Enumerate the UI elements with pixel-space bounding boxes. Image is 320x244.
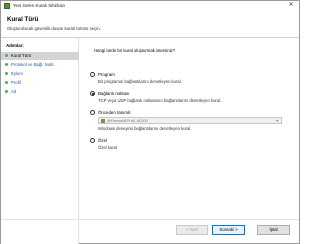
option-label: Program	[98, 72, 115, 77]
option-description: Windows deneyimi bağlantılarını denetley…	[98, 126, 192, 131]
step-bullet-icon	[5, 62, 8, 66]
steps-title: Adımlar:	[6, 43, 24, 48]
page-title: Kural Türü	[7, 16, 39, 23]
page-header: Kural Türü Oluşturulacak güvenlik duvarı…	[1, 11, 299, 36]
select-value: @FirewallAPI.dll,-80200	[107, 119, 148, 123]
step-protokol[interactable]: Protokol ve Bağl. Nokt.	[1, 61, 79, 69]
radio-program[interactable]	[90, 72, 95, 77]
close-button[interactable]: ✕	[286, 1, 296, 10]
firewall-wizard-icon	[4, 3, 10, 9]
back-button[interactable]: < Geri	[176, 225, 208, 235]
step-bullet-icon	[5, 80, 8, 84]
option-label: Özel	[98, 138, 108, 143]
step-bullet-icon	[5, 89, 8, 93]
next-button[interactable]: Sonraki >	[212, 225, 245, 235]
step-ad[interactable]: Ad	[1, 88, 79, 96]
step-label: Kural Türü	[11, 53, 31, 58]
radio-predefined[interactable]	[90, 110, 95, 115]
step-profil[interactable]: Profil	[1, 79, 79, 87]
option-description: Bir programın bağlantılarını denetleyen …	[98, 79, 182, 84]
chevron-down-icon: ▼	[275, 119, 279, 123]
rule-type-question: Hangi türde bir kural oluşturmak istersi…	[94, 48, 176, 53]
option-description: TCP veya UDP bağlantı noktasının bağlant…	[98, 98, 222, 103]
title-bar: Yeni Gelen Kuralı Sihirbazı ✕	[1, 1, 299, 11]
step-bullet-icon	[5, 71, 8, 75]
step-label: Ad	[11, 89, 17, 94]
option-label: Önceden tanımlı:	[98, 110, 132, 115]
cancel-button[interactable]: İptal	[257, 225, 290, 235]
step-bullet-icon	[5, 53, 8, 57]
radio-custom[interactable]	[90, 138, 95, 143]
predefined-rule-select[interactable]: @FirewallAPI.dll,-80200 ▼	[98, 117, 282, 124]
page-subtitle: Oluşturulacak güvenlik duvarı kuralı tür…	[7, 26, 101, 31]
option-label: Bağlantı noktası	[98, 91, 130, 96]
step-kural-turu[interactable]: Kural Türü	[1, 52, 79, 60]
step-label: Eylem	[11, 71, 23, 76]
firewall-rule-icon	[101, 119, 105, 123]
steps-panel: Adımlar: Kural Türü Protokol ve Bağl. No…	[1, 38, 79, 244]
main-content: Hangi türde bir kural oluşturmak istersi…	[86, 38, 296, 218]
option-description: Özel kural	[98, 145, 117, 150]
step-label: Profil	[11, 80, 21, 85]
step-eylem[interactable]: Eylem	[1, 70, 79, 78]
footer-divider	[1, 219, 299, 220]
step-label: Protokol ve Bağl. Nokt.	[11, 62, 55, 67]
wizard-window: Yeni Gelen Kuralı Sihirbazı ✕ Kural Türü…	[0, 0, 300, 244]
window-title: Yeni Gelen Kuralı Sihirbazı	[13, 3, 66, 8]
radio-port[interactable]	[90, 91, 95, 96]
